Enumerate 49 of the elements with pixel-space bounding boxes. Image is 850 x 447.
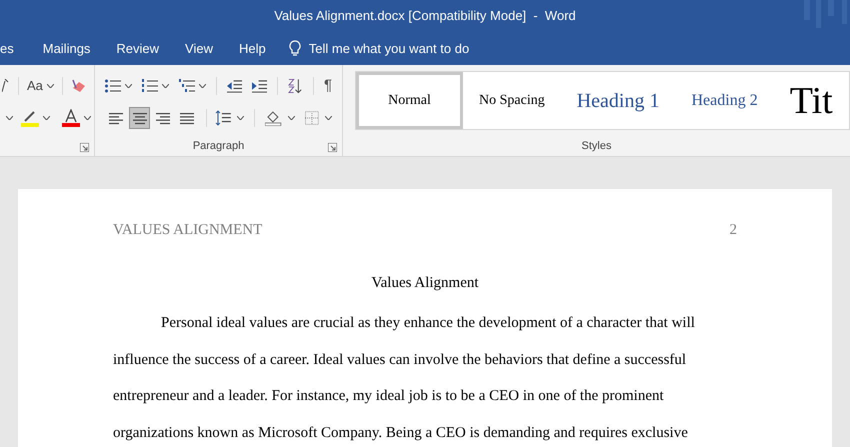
numbering-icon[interactable] bbox=[142, 79, 158, 93]
body-paragraph: Personal ideal values are crucial as they enhance the development of a character that will influence the success of a career. Ideal values can involve the behaviors that define a successful entrepreneur and a leader. For instance, my ideal job is to be a CEO in one of the prominent organizations known as Microsoft Company. Being a CEO is demanding and requires exclusive bbox=[113, 314, 696, 444]
group-label: Styles bbox=[582, 138, 612, 154]
dialog-launcher-icon[interactable] bbox=[328, 143, 337, 152]
page-number: 2 bbox=[730, 221, 737, 240]
window-title: Values Alignment.docx [Compatibility Mode] - Word bbox=[274, 7, 576, 26]
align-icon bbox=[108, 112, 123, 124]
caret-icon[interactable] bbox=[162, 84, 169, 88]
ribbon-tab[interactable]: View bbox=[172, 32, 226, 65]
font-color-icon[interactable] bbox=[62, 109, 80, 127]
borders-icon[interactable] bbox=[305, 111, 320, 125]
style-option[interactable]: No Spacing bbox=[463, 72, 561, 129]
decrease-indent-icon[interactable] bbox=[226, 79, 242, 93]
caret-icon[interactable] bbox=[43, 116, 50, 120]
caret-icon[interactable] bbox=[84, 116, 91, 120]
line-spacing-icon[interactable] bbox=[214, 110, 231, 126]
shading-icon[interactable] bbox=[264, 110, 282, 126]
increase-indent-icon[interactable] bbox=[252, 79, 268, 93]
caret-icon[interactable] bbox=[236, 116, 244, 120]
sort-icon[interactable] bbox=[288, 78, 304, 94]
caret-icon[interactable] bbox=[46, 84, 54, 88]
style-option[interactable]: Tit bbox=[774, 72, 849, 129]
ribbon-tab[interactable]: Mailings bbox=[30, 32, 104, 65]
align-button[interactable] bbox=[128, 107, 150, 129]
tell-me-field[interactable]: Tell me what you want to do bbox=[308, 38, 509, 58]
style-option[interactable]: Heading 1 bbox=[560, 72, 676, 129]
group-label: Paragraph bbox=[192, 138, 244, 154]
page-header: VALUES ALIGNMENT bbox=[113, 221, 262, 240]
align-icon bbox=[156, 112, 170, 124]
align-icon bbox=[132, 112, 147, 124]
highlighter-icon[interactable] bbox=[21, 109, 39, 127]
caret-icon[interactable] bbox=[288, 116, 296, 120]
style-option[interactable]: Normal bbox=[356, 72, 463, 129]
caret-icon[interactable] bbox=[325, 116, 332, 120]
caret-icon[interactable] bbox=[125, 84, 132, 88]
caret-icon[interactable] bbox=[6, 116, 13, 120]
align-icon bbox=[180, 112, 194, 124]
ribbon-tab[interactable]: Review bbox=[103, 32, 172, 65]
bullets-icon[interactable] bbox=[105, 79, 121, 93]
show-formatting-button[interactable]: ¶ bbox=[324, 74, 332, 98]
document-title: Values Alignment bbox=[371, 274, 479, 290]
caret-icon[interactable] bbox=[199, 84, 206, 88]
multilevel-list-icon[interactable] bbox=[179, 79, 195, 93]
ribbon-tab[interactable]: es bbox=[0, 32, 30, 65]
dialog-launcher-icon[interactable] bbox=[80, 143, 89, 152]
lightbulb-icon[interactable] bbox=[288, 40, 301, 57]
ribbon-tab[interactable]: Help bbox=[226, 32, 279, 65]
change-case-button[interactable]: Aa bbox=[27, 76, 43, 96]
style-option[interactable]: Heading 2 bbox=[675, 72, 774, 129]
